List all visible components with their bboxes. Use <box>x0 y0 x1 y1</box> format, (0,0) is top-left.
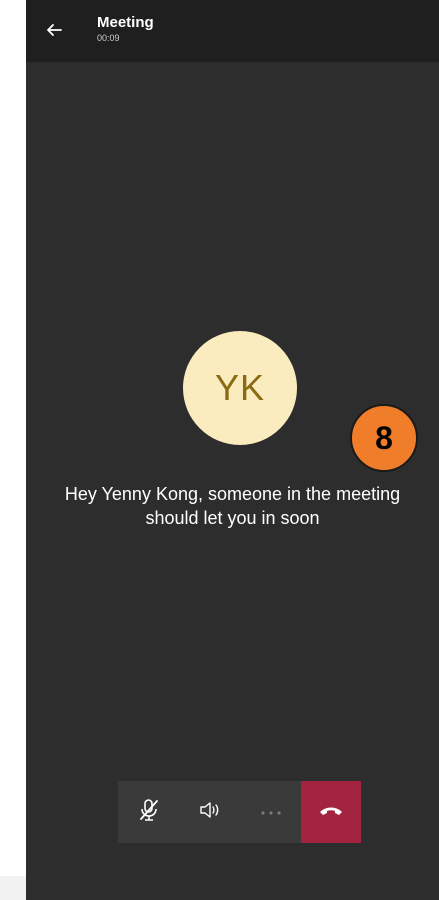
back-button[interactable] <box>36 14 72 50</box>
avatar: YK <box>183 331 297 445</box>
lobby-message-line1: Hey Yenny Kong, someone in the meeting <box>64 484 401 504</box>
more-options-button[interactable] <box>240 781 301 843</box>
more-icon <box>260 803 282 821</box>
avatar-initials: YK <box>214 367 266 408</box>
meeting-timer: 00:09 <box>97 33 120 43</box>
hang-up-button[interactable] <box>301 781 361 843</box>
step-badge: 8 <box>350 404 418 472</box>
mute-button[interactable] <box>118 781 179 843</box>
background-strip <box>0 876 26 900</box>
lobby-message: Hey Yenny Kong, someone in the meeting s… <box>26 482 439 530</box>
speaker-button[interactable] <box>179 781 240 843</box>
mic-off-icon <box>138 798 160 827</box>
hang-up-icon <box>318 803 344 821</box>
lobby-message-line2: should let you in soon <box>145 508 320 528</box>
call-controls <box>118 781 361 843</box>
back-arrow-icon <box>46 22 62 43</box>
meeting-title: Meeting <box>97 14 154 31</box>
speaker-icon <box>198 800 222 825</box>
meeting-title-block: Meeting 00:09 <box>97 14 154 44</box>
top-bar: Meeting 00:09 <box>26 0 439 62</box>
